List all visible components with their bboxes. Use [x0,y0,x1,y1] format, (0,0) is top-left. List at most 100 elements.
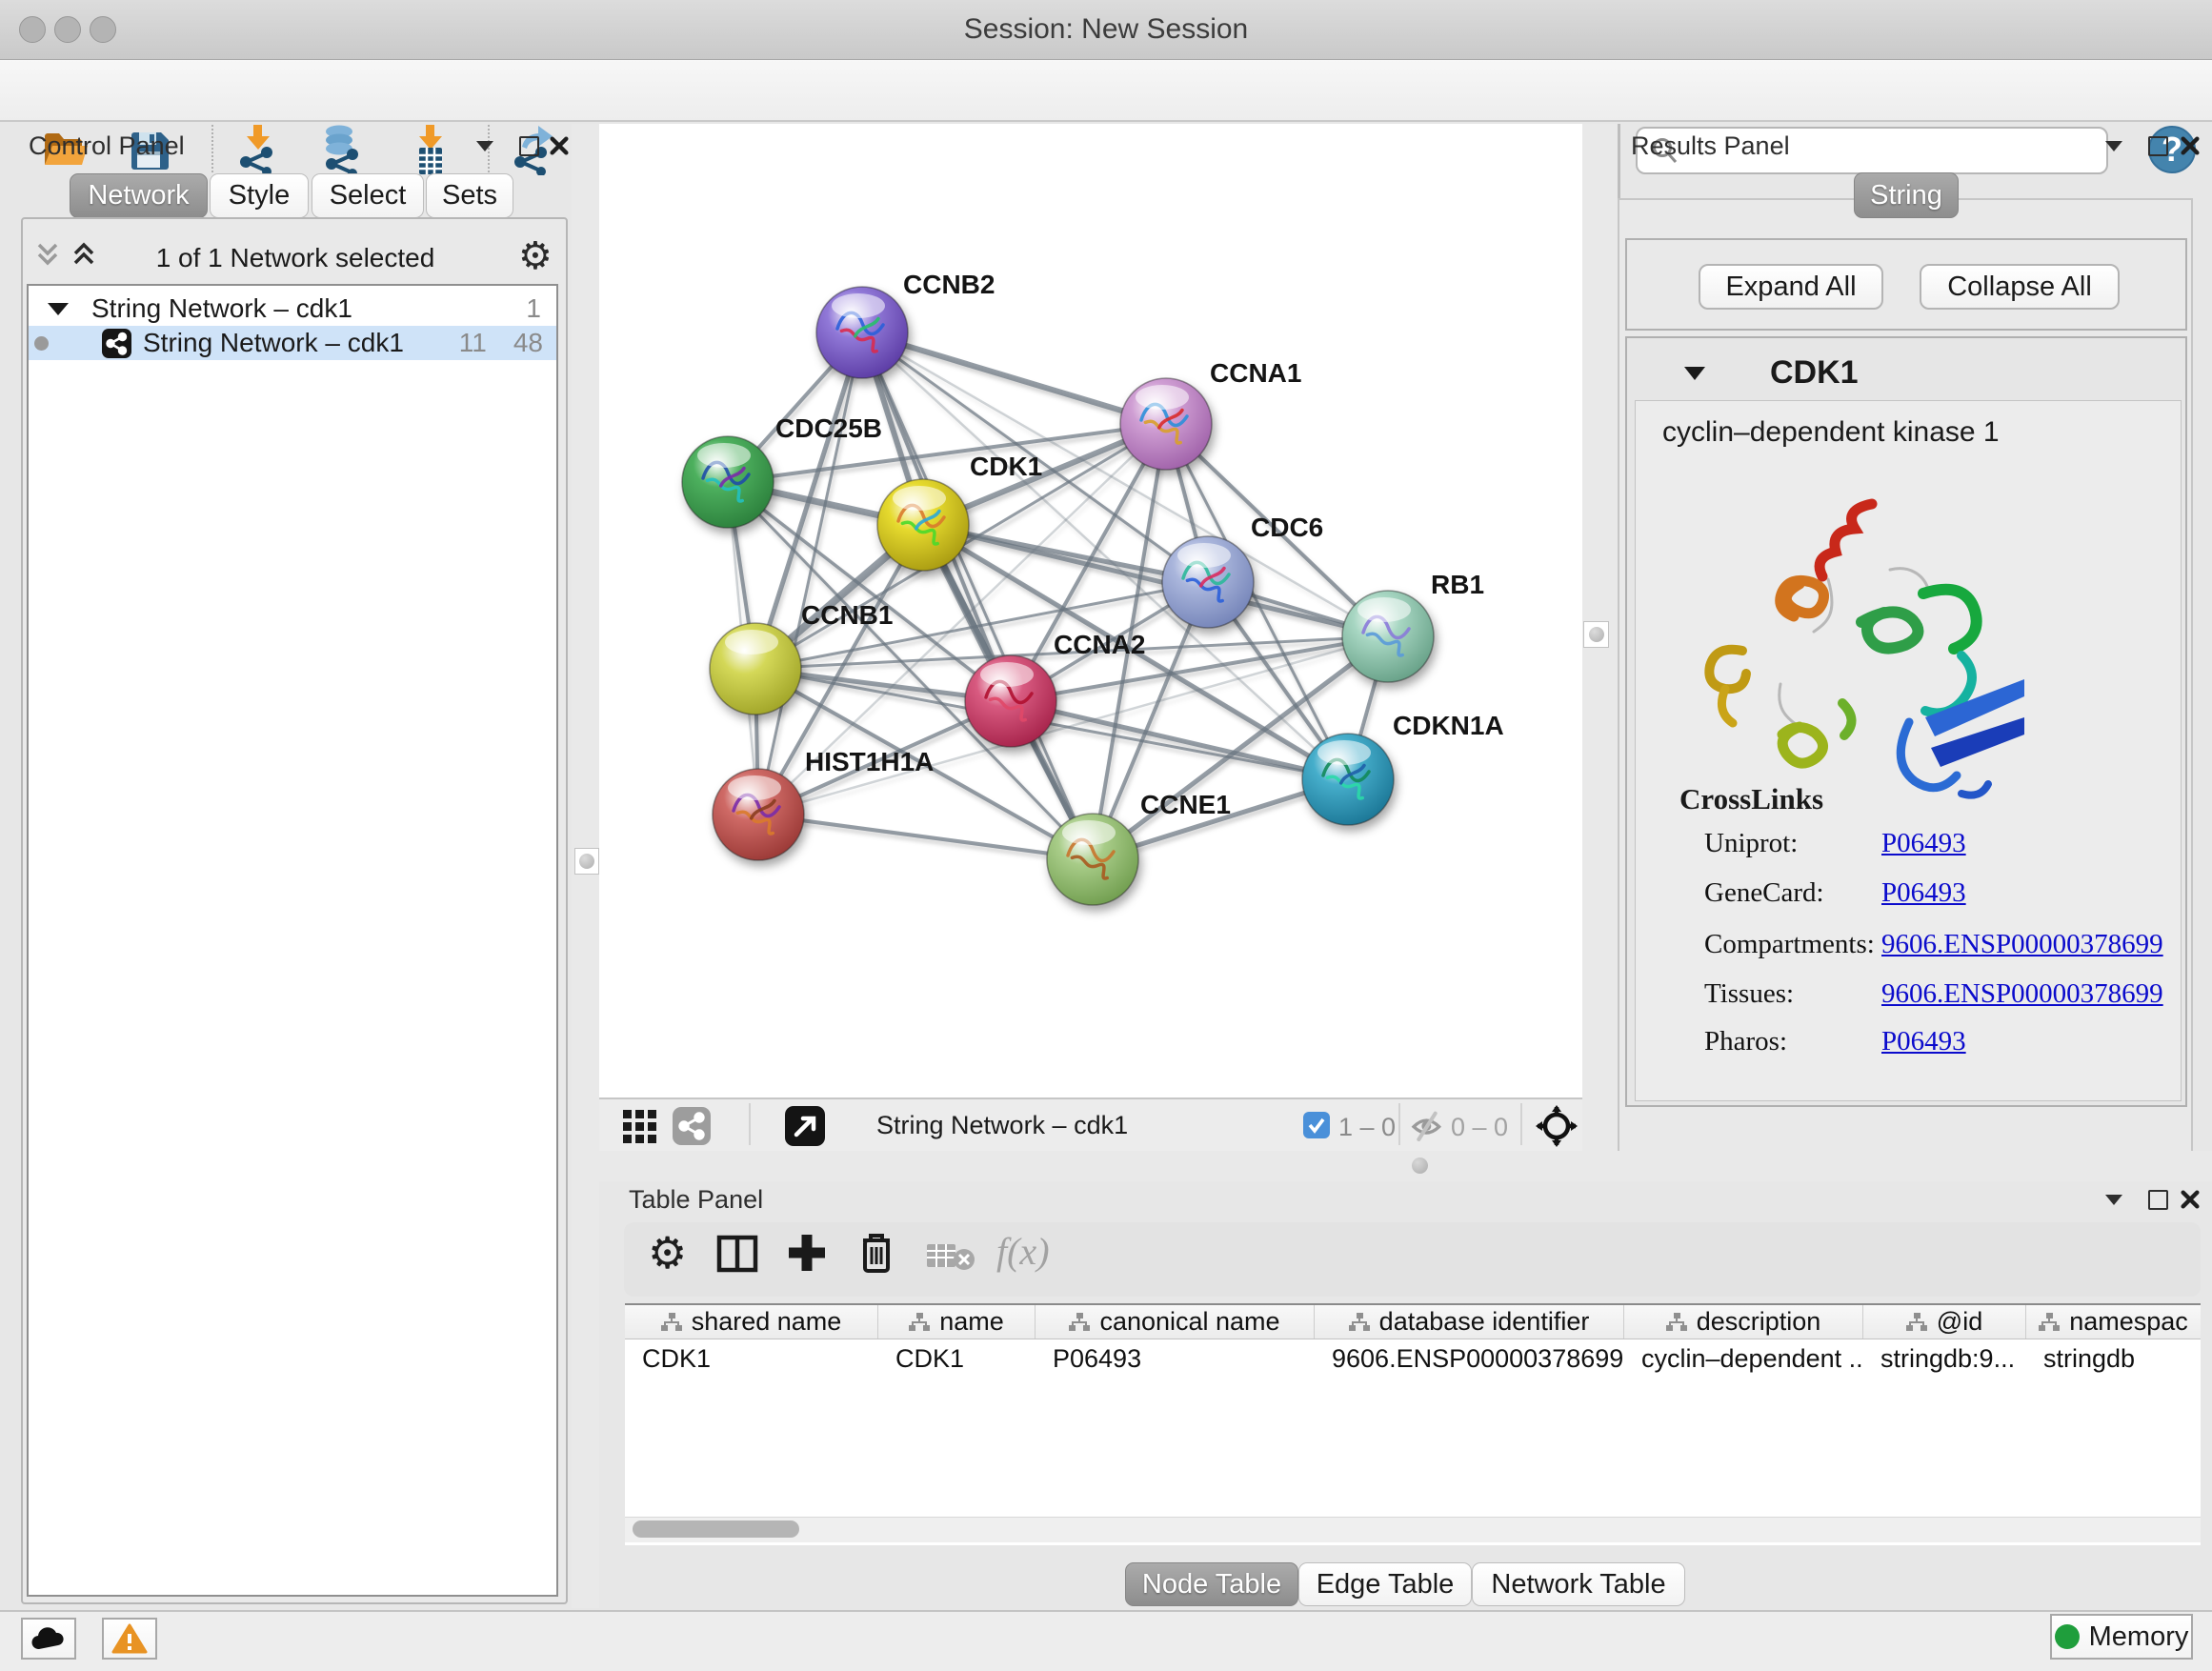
view-network-name: String Network – cdk1 [876,1111,1128,1140]
network-node-CCNA1[interactable] [1120,378,1212,470]
results-panel-close-icon[interactable] [2174,131,2206,160]
view-toolbar-separator [1398,1103,1400,1145]
table-gear-icon[interactable]: ⚙ [648,1227,687,1278]
table-horizontal-scrollbar[interactable] [625,1517,2201,1542]
network-row-label: String Network – cdk1 [143,328,404,358]
column-header-namespace[interactable]: namespac [2026,1305,2201,1339]
column-header-database-identifier[interactable]: database identifier [1315,1305,1624,1339]
column-type-icon [1349,1313,1370,1332]
table-row[interactable]: CDK1 CDK1 P06493 9606.ENSP00000378699 cy… [625,1340,2201,1377]
birds-eye-crosshair-button[interactable] [1536,1105,1578,1152]
network-edge-count: 48 [513,328,543,358]
network-node-CDKN1A[interactable] [1302,734,1394,825]
memory-button[interactable]: Memory [2050,1614,2193,1660]
network-overview-button[interactable] [673,1107,711,1150]
horizontal-splitter-handle[interactable] [1412,1158,1428,1174]
column-header-id[interactable]: @id [1863,1305,2026,1339]
apply-function-button[interactable]: f(x) [996,1229,1050,1274]
cell-id: stringdb:9... [1863,1340,2026,1377]
network-selection-status: 1 of 1 Network selected [124,243,467,273]
grid-view-button[interactable] [621,1108,659,1149]
network-edge[interactable] [1011,701,1348,779]
cloud-button[interactable] [21,1618,76,1660]
tab-select[interactable]: Select [312,173,424,218]
crosslink-pharos-link[interactable]: P06493 [1881,1026,1966,1057]
gene-section: CDK1 cyclin–dependent kinase 1 Cross [1625,336,2187,1107]
control-panel-float-icon[interactable] [513,131,545,160]
network-edge[interactable] [862,332,1166,424]
tab-node-table[interactable]: Node Table [1125,1562,1298,1606]
network-edge[interactable] [758,815,1093,859]
network-graph[interactable]: CCNB2CCNA1CDC25BCDK1CDC6RB1CCNB1CCNA2CDK… [599,124,1582,1097]
gene-description: cyclin–dependent kinase 1 [1662,416,2000,449]
network-node-count: 11 [459,328,487,358]
selected-count-checkbox[interactable] [1303,1112,1330,1143]
delete-table-icon [926,1240,975,1273]
column-header-shared-name[interactable]: shared name [625,1305,878,1339]
tab-style[interactable]: Style [210,173,309,218]
cell-name: CDK1 [878,1340,1036,1377]
network-node-CDC6[interactable] [1162,536,1254,628]
network-tree: String Network – cdk1 1 String Network –… [27,284,558,1597]
window-title: Session: New Session [0,13,2212,46]
network-node-label: HIST1H1A [805,747,934,776]
column-header-description[interactable]: description [1624,1305,1863,1339]
collapse-all-networks-button[interactable] [34,240,61,273]
show-columns-button[interactable] [716,1233,758,1279]
results-panel-menu-icon[interactable] [2098,131,2130,160]
crosslink-tissues-link[interactable]: 9606.ENSP00000378699 [1881,978,2163,1010]
tab-edge-table[interactable]: Edge Table [1298,1562,1472,1606]
crosslink-uniprot-link[interactable]: P06493 [1881,828,1966,859]
tab-sets[interactable]: Sets [426,173,513,218]
tab-network-table[interactable]: Network Table [1472,1562,1685,1606]
delete-table-button-disabled[interactable] [926,1240,975,1278]
control-panel-menu-icon[interactable] [469,131,501,160]
network-node-HIST1H1A[interactable] [713,769,804,860]
detach-view-button[interactable] [785,1106,825,1151]
cloud-icon [30,1626,67,1651]
control-panel-close-icon[interactable] [543,131,575,160]
delete-column-button[interactable] [857,1229,895,1279]
warnings-button[interactable] [102,1618,157,1660]
crosslink-genecard-link[interactable]: P06493 [1881,877,1966,909]
tab-network[interactable]: Network [70,173,208,218]
network-options-gear-icon[interactable]: ⚙ [518,234,553,278]
network-node-CDK1[interactable] [877,479,969,571]
network-node-CCNA2[interactable] [965,655,1056,747]
gene-section-expander-icon[interactable] [1684,367,1705,380]
horizontal-splitter[interactable] [599,1151,2212,1181]
network-node-CDC25B[interactable] [682,436,774,528]
add-column-button[interactable] [785,1231,829,1279]
column-type-icon [661,1313,682,1332]
network-node-CCNB1[interactable] [710,623,801,715]
view-toolbar-separator [1520,1103,1522,1145]
network-canvas[interactable]: CCNB2CCNA1CDC25BCDK1CDC6RB1CCNB1CCNA2CDK… [599,124,1582,1097]
network-collection-row[interactable]: String Network – cdk1 1 [29,292,556,326]
table-panel-menu-icon[interactable] [2098,1185,2130,1214]
network-nodes [682,287,1434,905]
column-header-canonical-name[interactable]: canonical name [1036,1305,1315,1339]
collection-label: String Network – cdk1 [91,293,352,324]
collection-expander-icon[interactable] [48,303,69,315]
memory-status-icon [2055,1624,2080,1649]
table-scrollbar-thumb[interactable] [633,1520,799,1538]
table-panel-float-icon[interactable] [2142,1185,2174,1214]
crosslink-compartments-link[interactable]: 9606.ENSP00000378699 [1881,929,2163,960]
hidden-eye-slash-icon [1410,1111,1444,1141]
results-panel-float-icon[interactable] [2142,131,2174,160]
collapse-all-button[interactable]: Collapse All [1920,264,2120,310]
column-type-icon [1906,1313,1927,1332]
network-edge[interactable] [862,332,1093,859]
network-row-selected[interactable]: String Network – cdk1 11 48 [29,326,556,360]
network-node-RB1[interactable] [1342,591,1434,682]
network-node-CCNB2[interactable] [816,287,908,378]
right-splitter-handle[interactable] [1583,621,1609,648]
left-splitter-handle[interactable] [574,848,599,875]
status-bar [0,1610,2212,1671]
expand-all-networks-button[interactable] [70,240,97,273]
results-tab-string[interactable]: String [1854,172,1959,218]
expand-all-button[interactable]: Expand All [1699,264,1883,310]
table-panel-close-icon[interactable] [2174,1185,2206,1214]
network-node-CCNE1[interactable] [1047,814,1138,905]
column-header-name[interactable]: name [878,1305,1036,1339]
